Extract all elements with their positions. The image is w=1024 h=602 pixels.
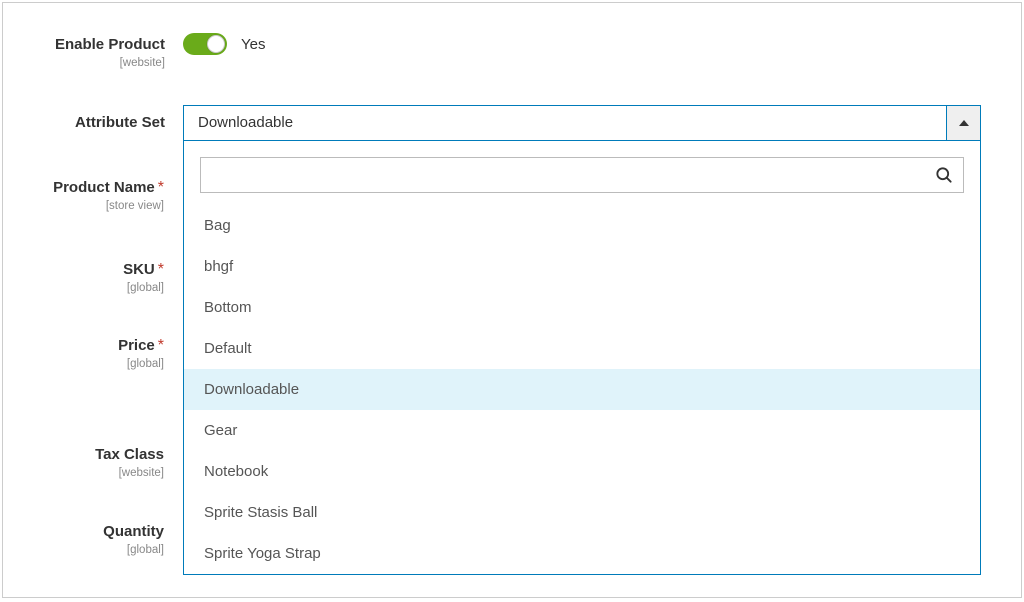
dropdown-option-list: BagbhgfBottomDefaultDownloadableGearNote… bbox=[184, 205, 980, 574]
attribute-set-select[interactable]: Downloadable bbox=[183, 105, 981, 141]
toggle-knob bbox=[207, 35, 225, 53]
label-text: Attribute Set bbox=[75, 114, 165, 131]
label-sku: SKU* [global] bbox=[2, 260, 182, 294]
dropdown-option[interactable]: Bottom bbox=[184, 287, 980, 328]
label-text: Enable Product bbox=[55, 36, 165, 53]
attribute-set-caret[interactable] bbox=[946, 106, 980, 140]
label-tax-class: Tax Class [website] bbox=[2, 445, 182, 479]
dropdown-option[interactable]: Downloadable bbox=[184, 369, 980, 410]
dropdown-search-wrap bbox=[200, 157, 964, 193]
label-quantity: Quantity [global] bbox=[2, 522, 182, 556]
enable-product-toggle-wrap: Yes bbox=[183, 33, 981, 55]
dropdown-option[interactable]: Notebook bbox=[184, 451, 980, 492]
label-scope: [global] bbox=[2, 282, 164, 294]
dropdown-option[interactable]: Sprite Stasis Ball bbox=[184, 492, 980, 533]
required-icon: * bbox=[158, 261, 164, 278]
dropdown-option[interactable]: Bag bbox=[184, 205, 980, 246]
attribute-set-selected: Downloadable bbox=[184, 106, 946, 140]
caret-up-icon bbox=[959, 120, 969, 126]
label-scope: [global] bbox=[2, 544, 164, 556]
label-text: Tax Class bbox=[95, 446, 164, 463]
label-text: Product Name bbox=[53, 179, 155, 196]
label-attribute-set: Attribute Set bbox=[3, 105, 183, 133]
label-scope: [global] bbox=[2, 358, 164, 370]
label-text: Quantity bbox=[103, 523, 164, 540]
label-text: SKU bbox=[123, 261, 155, 278]
required-icon: * bbox=[158, 337, 164, 354]
dropdown-option[interactable]: Sprite Yoga Strap bbox=[184, 533, 980, 574]
attribute-set-dropdown: BagbhgfBottomDefaultDownloadableGearNote… bbox=[183, 141, 981, 575]
dropdown-search-input[interactable] bbox=[200, 157, 964, 193]
label-scope: [store view] bbox=[2, 200, 164, 212]
dropdown-option[interactable]: Gear bbox=[184, 410, 980, 451]
required-icon: * bbox=[158, 179, 164, 196]
label-scope: [website] bbox=[2, 467, 164, 479]
dropdown-option[interactable]: Default bbox=[184, 328, 980, 369]
product-form: Enable Product [website] Yes Attribute S… bbox=[2, 2, 1022, 598]
label-enable-product: Enable Product [website] bbox=[3, 33, 183, 69]
dropdown-option[interactable]: bhgf bbox=[184, 246, 980, 287]
row-enable-product: Enable Product [website] Yes bbox=[3, 33, 981, 69]
label-text: Price bbox=[118, 337, 155, 354]
toggle-value-label: Yes bbox=[241, 36, 265, 53]
label-price: Price* [global] bbox=[2, 336, 182, 370]
label-product-name: Product Name* [store view] bbox=[2, 178, 182, 212]
label-scope: [website] bbox=[3, 57, 165, 69]
search-icon[interactable] bbox=[934, 165, 954, 185]
enable-product-toggle[interactable] bbox=[183, 33, 227, 55]
